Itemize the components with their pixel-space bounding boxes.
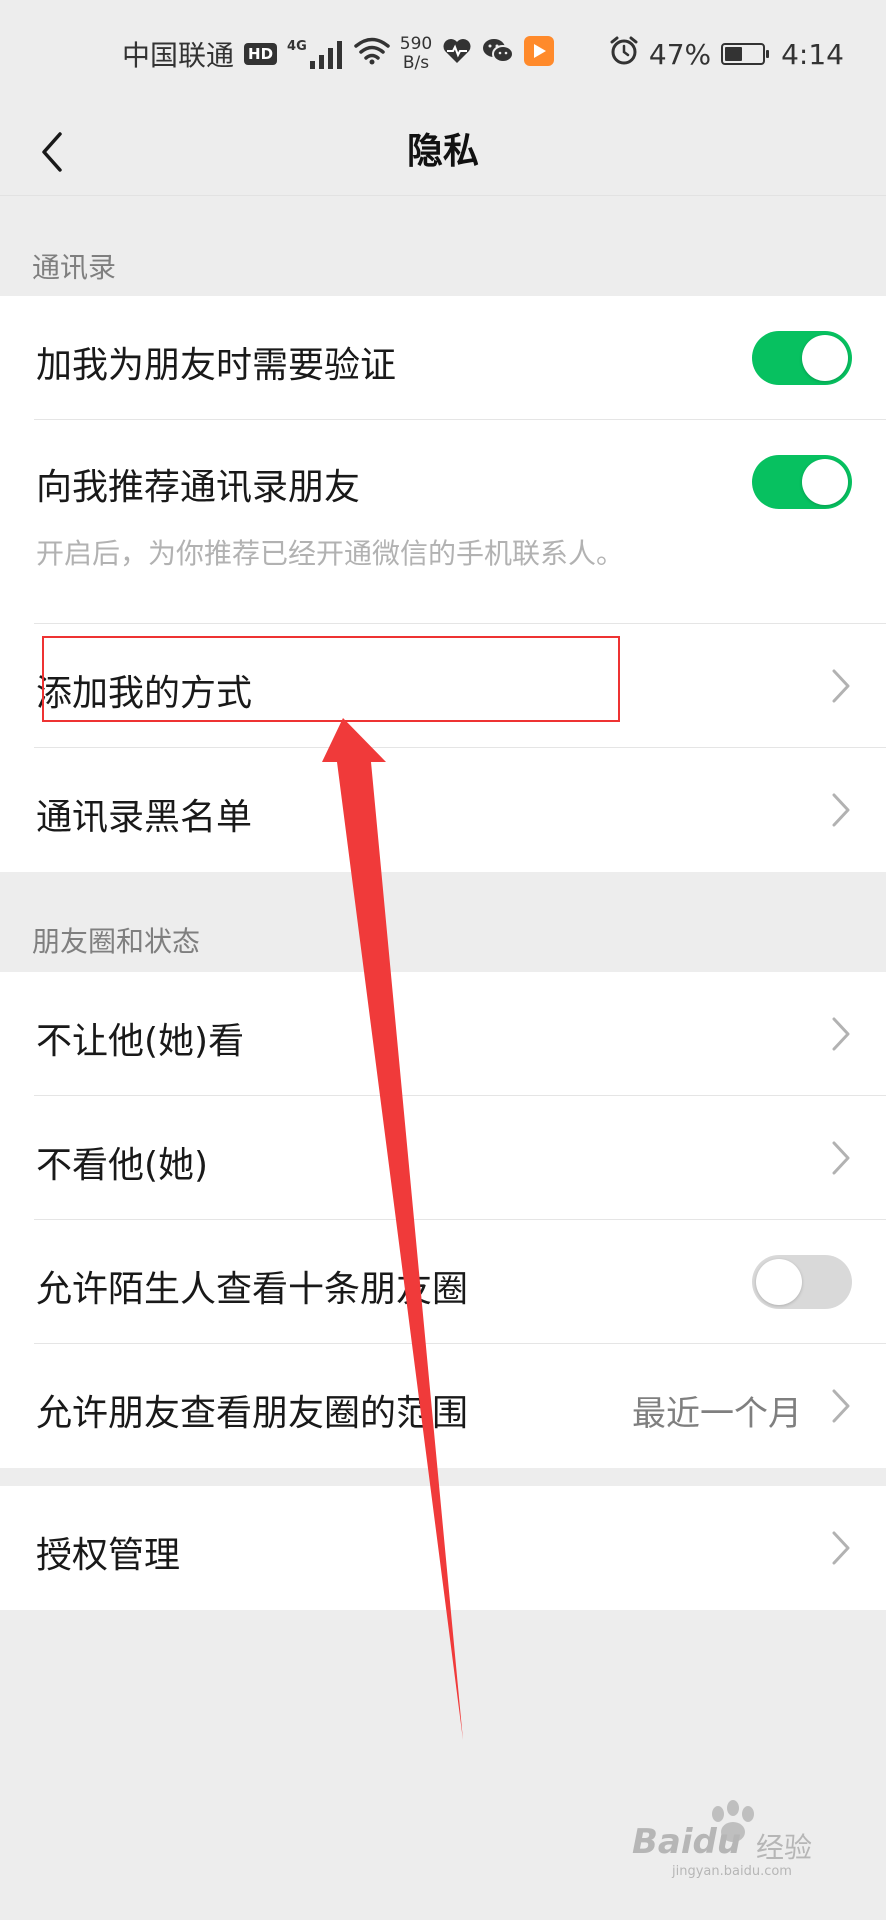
battery-icon — [721, 43, 770, 65]
page-title: 隐私 — [406, 131, 479, 172]
battery-fill — [725, 47, 743, 61]
toggle-recommend-contacts[interactable] — [752, 455, 852, 509]
wechat-icon — [482, 37, 515, 72]
cell-stranger-ten-posts[interactable]: 允许陌生人查看十条朋友圈 — [0, 1220, 886, 1344]
cell-authorization-management[interactable]: 授权管理 — [0, 1486, 886, 1610]
cell-label: 不让他(她)看 — [36, 1021, 245, 1062]
cell-contacts-blacklist[interactable]: 通讯录黑名单 — [0, 748, 886, 872]
battery-percent: 47% — [648, 37, 712, 71]
cell-hide-moments-from[interactable]: 不让他(她)看 — [0, 972, 886, 1096]
section-header-moments: 朋友圈和状态 — [32, 925, 201, 958]
net-speed-unit: B/s — [402, 53, 430, 73]
cell-label: 加我为朋友时需要验证 — [36, 345, 397, 386]
hd-badge: HD — [244, 43, 278, 65]
chevron-right-icon — [832, 1531, 850, 1565]
wifi-icon — [354, 37, 390, 72]
moments-group: 不让他(她)看 不看他(她) 允许陌生人查看十条朋友圈 允许朋友查看朋友圈的范围… — [0, 972, 886, 1468]
net-speed-value: 590 — [399, 34, 433, 54]
cell-friend-verification[interactable]: 加我为朋友时需要验证 — [0, 296, 886, 420]
section-header-contacts: 通讯录 — [32, 251, 117, 284]
chevron-right-icon — [832, 793, 850, 827]
cell-label: 向我推荐通讯录朋友 — [36, 467, 361, 508]
cell-recommend-contacts[interactable]: 向我推荐通讯录朋友 开启后，为你推荐已经开通微信的手机联系人。 — [0, 420, 886, 624]
watermark-brand: Baidu — [632, 1822, 742, 1862]
cell-label: 添加我的方式 — [36, 673, 253, 714]
cell-moments-visible-range[interactable]: 允许朋友查看朋友圈的范围 最近一个月 — [0, 1344, 886, 1468]
status-right: 47% 4:14 — [609, 34, 844, 74]
cell-label: 不看他(她) — [36, 1145, 209, 1186]
clock: 4:14 — [781, 37, 844, 71]
status-left: 中国联通 HD 4G 590 B/s — [122, 34, 555, 74]
chevron-right-icon — [832, 1017, 850, 1051]
cell-value: 最近一个月 — [632, 1394, 802, 1434]
watermark-suffix: 经验 — [756, 1831, 813, 1864]
toggle-friend-verification[interactable] — [752, 331, 852, 385]
chevron-right-icon — [832, 1141, 850, 1175]
chevron-right-icon — [832, 1389, 850, 1423]
cell-description: 开启后，为你推荐已经开通微信的手机联系人。 — [36, 537, 625, 570]
chevron-left-icon — [42, 132, 62, 172]
toggle-stranger-ten-posts[interactable] — [752, 1255, 852, 1309]
cell-label: 允许朋友查看朋友圈的范围 — [36, 1393, 469, 1434]
signal-type: 4G — [287, 39, 307, 54]
alarm-icon — [609, 36, 639, 73]
cell-label: 授权管理 — [36, 1535, 181, 1576]
nav-bar: 隐私 — [0, 108, 886, 196]
health-heart-icon — [442, 38, 472, 71]
watermark-site: jingyan.baidu.com — [672, 1864, 792, 1879]
baidu-jingyan-watermark: Baidu 经验 jingyan.baidu.com — [632, 1800, 842, 1880]
net-speed: 590 B/s — [400, 35, 432, 73]
carrier-name: 中国联通 — [122, 39, 235, 72]
back-button[interactable] — [22, 122, 82, 182]
signal-icon: 4G — [287, 39, 344, 69]
auth-group: 授权管理 — [0, 1486, 886, 1610]
cell-label: 通讯录黑名单 — [36, 797, 253, 838]
annotation-arrow — [322, 718, 463, 1740]
chevron-right-icon — [832, 669, 850, 703]
cell-add-me-methods[interactable]: 添加我的方式 — [0, 624, 886, 748]
cell-label: 允许陌生人查看十条朋友圈 — [36, 1269, 469, 1310]
cell-hide-their-moments[interactable]: 不看他(她) — [0, 1096, 886, 1220]
status-bar: 中国联通 HD 4G 590 B/s 47% 4:14 — [0, 0, 886, 108]
contacts-group: 加我为朋友时需要验证 向我推荐通讯录朋友 开启后，为你推荐已经开通微信的手机联系… — [0, 296, 886, 872]
video-app-icon — [524, 35, 555, 73]
